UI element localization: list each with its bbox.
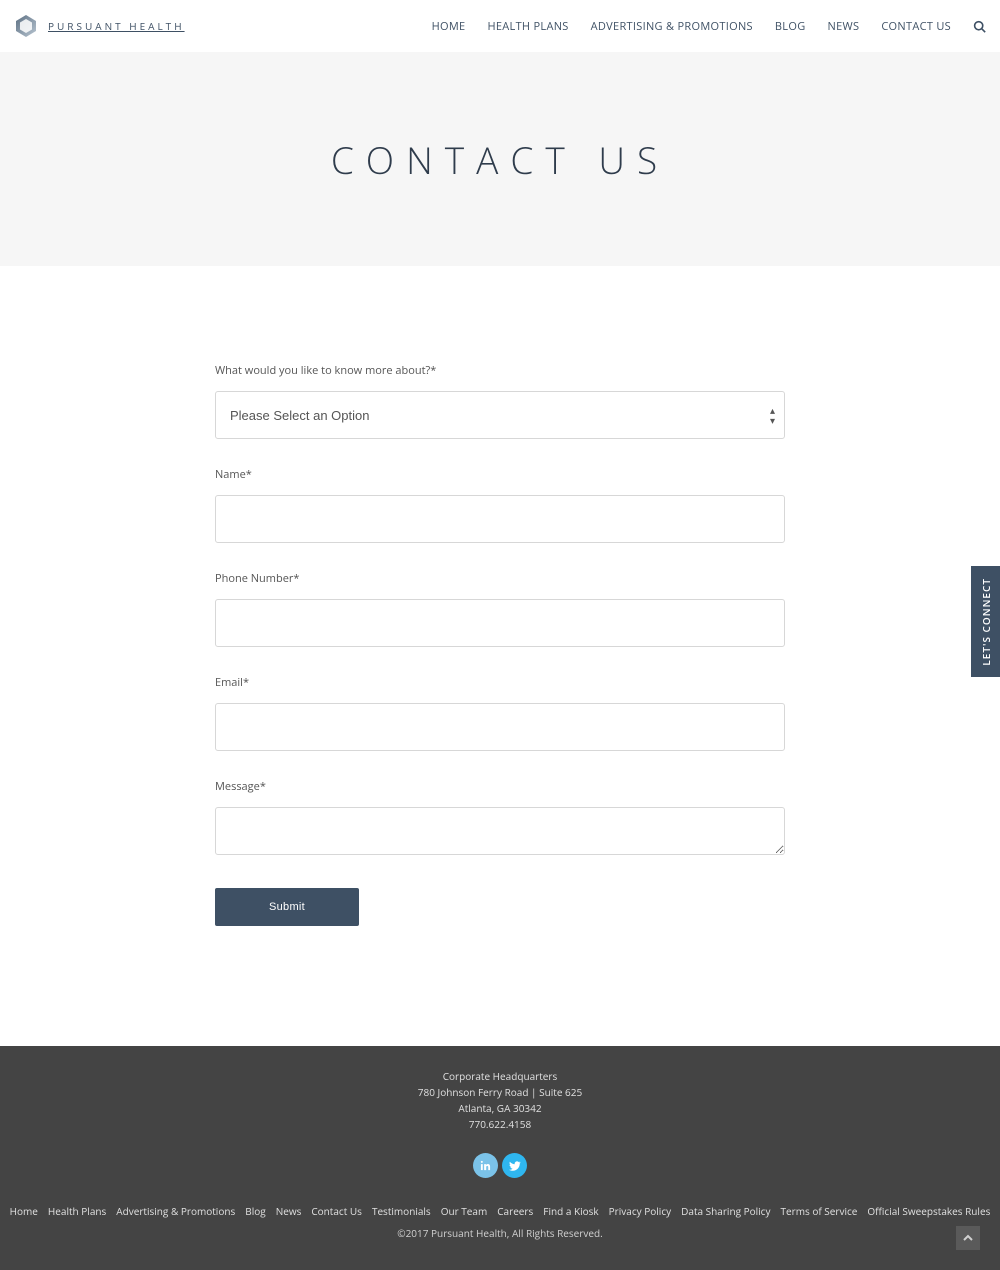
hq-addr2: Atlanta, GA 30342 [0, 1100, 1000, 1116]
hq-title: Corporate Headquarters [0, 1068, 1000, 1084]
message-textarea[interactable] [215, 807, 785, 855]
social-links [0, 1153, 1000, 1178]
scroll-to-top-button[interactable] [956, 1226, 980, 1250]
hq-addr1: 780 Johnson Ferry Road | Suite 625 [0, 1084, 1000, 1100]
content: What would you like to know more about?*… [0, 266, 1000, 1046]
field-name: Name* [215, 467, 785, 543]
footer-link-privacy[interactable]: Privacy Policy [609, 1204, 671, 1218]
message-label: Message* [215, 779, 785, 794]
footer-links: Home Health Plans Advertising & Promotio… [0, 1204, 1000, 1218]
linkedin-icon[interactable] [473, 1153, 498, 1178]
field-phone: Phone Number* [215, 571, 785, 647]
email-input[interactable] [215, 703, 785, 751]
hero: CONTACT US [0, 52, 1000, 266]
copyright: ©2017 Pursuant Health, All Rights Reserv… [0, 1226, 1000, 1240]
search-icon[interactable] [973, 20, 986, 33]
footer-link-health-plans[interactable]: Health Plans [48, 1204, 106, 1218]
footer-link-tos[interactable]: Terms of Service [780, 1204, 857, 1218]
header: PURSUANT HEALTH HOME HEALTH PLANS ADVERT… [0, 0, 1000, 52]
field-topic: What would you like to know more about?*… [215, 363, 785, 439]
brand-link[interactable]: PURSUANT HEALTH [14, 14, 185, 38]
lets-connect-tab[interactable]: LET'S CONNECT [971, 566, 1000, 677]
footer-link-data-sharing[interactable]: Data Sharing Policy [681, 1204, 770, 1218]
nav-home[interactable]: HOME [432, 19, 466, 34]
nav-news[interactable]: NEWS [828, 19, 860, 34]
name-input[interactable] [215, 495, 785, 543]
footer-link-our-team[interactable]: Our Team [441, 1204, 488, 1218]
footer-link-advertising[interactable]: Advertising & Promotions [116, 1204, 235, 1218]
name-label: Name* [215, 467, 785, 482]
topic-select-wrap: Please Select an Option ▴▾ [215, 391, 785, 439]
page-title: CONTACT US [331, 134, 669, 185]
phone-label: Phone Number* [215, 571, 785, 586]
email-label: Email* [215, 675, 785, 690]
phone-input[interactable] [215, 599, 785, 647]
footer-link-find-kiosk[interactable]: Find a Kiosk [543, 1204, 598, 1218]
lets-connect-label: LET'S CONNECT [979, 578, 993, 666]
hq-phone: 770.622.4158 [0, 1116, 1000, 1132]
topic-select[interactable]: Please Select an Option [215, 391, 785, 439]
brand-wordmark: PURSUANT HEALTH [48, 19, 185, 33]
footer-link-home[interactable]: Home [10, 1204, 38, 1218]
twitter-icon[interactable] [502, 1153, 527, 1178]
footer-link-contact[interactable]: Contact Us [311, 1204, 362, 1218]
contact-form: What would you like to know more about?*… [215, 363, 785, 926]
footer-link-careers[interactable]: Careers [497, 1204, 533, 1218]
nav-contact[interactable]: CONTACT US [881, 19, 951, 34]
footer-link-news[interactable]: News [276, 1204, 302, 1218]
field-message: Message* [215, 779, 785, 860]
nav-advertising[interactable]: ADVERTISING & PROMOTIONS [591, 19, 753, 34]
primary-nav: HOME HEALTH PLANS ADVERTISING & PROMOTIO… [432, 19, 986, 34]
footer-link-blog[interactable]: Blog [245, 1204, 265, 1218]
nav-blog[interactable]: BLOG [775, 19, 806, 34]
chevron-up-icon [962, 1232, 974, 1244]
nav-health-plans[interactable]: HEALTH PLANS [487, 19, 568, 34]
footer-link-sweepstakes[interactable]: Official Sweepstakes Rules [867, 1204, 990, 1218]
footer-link-testimonials[interactable]: Testimonials [372, 1204, 431, 1218]
brand-logo-icon [14, 14, 38, 38]
submit-button[interactable]: Submit [215, 888, 359, 926]
hq-block: Corporate Headquarters 780 Johnson Ferry… [0, 1068, 1000, 1132]
field-email: Email* [215, 675, 785, 751]
footer: Corporate Headquarters 780 Johnson Ferry… [0, 1046, 1000, 1270]
topic-label: What would you like to know more about?* [215, 363, 785, 378]
